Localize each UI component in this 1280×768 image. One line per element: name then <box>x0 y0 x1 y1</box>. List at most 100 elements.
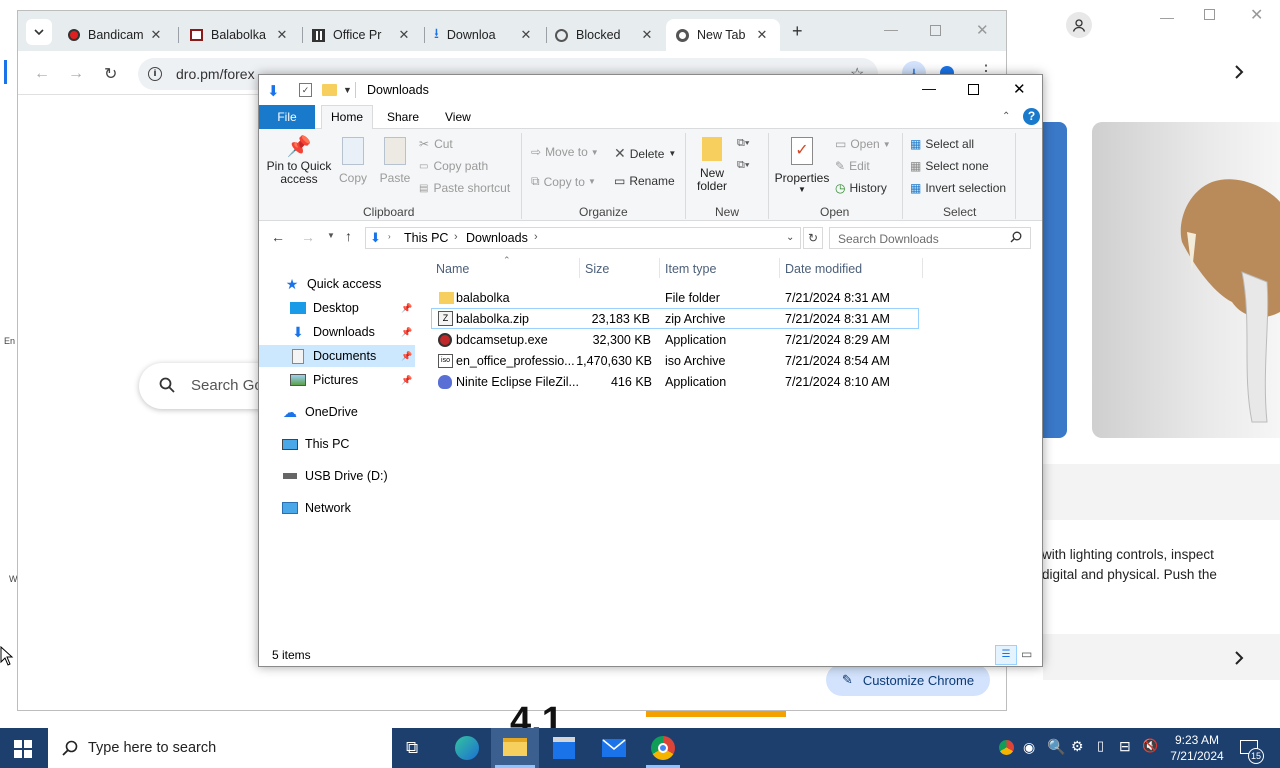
move-to-button[interactable]: ⇨ Move to ▼ <box>531 145 599 159</box>
pin-quick-access-button[interactable]: 📌 Pin to Quick access <box>267 137 332 186</box>
select-none-button[interactable]: ▦ Select none <box>910 159 989 173</box>
tab-bandicam[interactable]: Bandicam ✕ <box>58 19 174 51</box>
chevron-down-icon[interactable]: ⌄ <box>786 232 794 243</box>
properties-button[interactable]: ✓ Properties ▼ <box>775 137 829 194</box>
close-icon[interactable]: ✕ <box>639 27 655 43</box>
tab-downloads[interactable]: ⭳ Downloa ✕ <box>424 19 544 51</box>
nav-network[interactable]: Network <box>281 497 351 519</box>
forward-icon[interactable]: → <box>301 229 315 245</box>
delete-button[interactable]: ✕ Delete ▼ <box>614 145 676 162</box>
nav-downloads[interactable]: ⬇ Downloads 📌 <box>289 321 417 343</box>
microsoft-store-icon[interactable] <box>553 737 575 759</box>
settings-gear-icon[interactable]: ⚙ <box>1071 738 1084 755</box>
chevron-right-icon[interactable] <box>1234 650 1244 666</box>
reload-icon[interactable]: ↻ <box>104 64 117 84</box>
column-size[interactable]: Size <box>585 262 609 276</box>
easy-access-icon[interactable]: ⧉▾ <box>737 159 749 172</box>
up-icon[interactable]: ↑ <box>345 228 352 244</box>
info-icon[interactable]: i <box>148 67 162 81</box>
nav-onedrive[interactable]: ☁ OneDrive <box>281 401 358 423</box>
breadcrumb-this-pc[interactable]: This PC <box>404 231 448 245</box>
system-clock[interactable]: 9:23 AM 7/21/2024 <box>1162 732 1232 764</box>
copy-to-button[interactable]: ⧉ Copy to ▼ <box>531 174 596 189</box>
key-icon[interactable]: 🔍 <box>1047 738 1066 756</box>
history-button[interactable]: ◷ History <box>835 181 887 195</box>
close-icon[interactable]: ✕ <box>1250 5 1263 25</box>
file-row[interactable]: iso en_office_professio... 1,470,630 KB … <box>431 350 919 371</box>
taskbar-search-box[interactable]: Type here to search <box>48 728 392 768</box>
close-icon[interactable]: ✕ <box>396 27 412 43</box>
tab-share[interactable]: Share <box>387 110 419 124</box>
large-icons-view-icon[interactable]: ▭ <box>1021 647 1032 661</box>
ribbon-collapse-icon[interactable]: ⌃ <box>1002 111 1010 122</box>
nav-documents[interactable]: Documents 📌 <box>259 345 415 367</box>
nav-usb-drive[interactable]: USB Drive (D:) <box>281 465 388 487</box>
details-view-icon[interactable]: ☰ <box>995 645 1017 665</box>
edge-icon[interactable] <box>455 736 479 760</box>
nav-desktop[interactable]: Desktop 📌 <box>289 297 417 319</box>
new-folder-button[interactable]: New folder <box>693 137 731 193</box>
minimize-icon[interactable]: — <box>884 21 898 37</box>
close-icon[interactable]: ✕ <box>148 27 164 43</box>
tab-search-button[interactable] <box>26 19 52 45</box>
select-all-button[interactable]: ▦ Select all <box>910 137 974 151</box>
invert-selection-button[interactable]: ▦ Invert selection <box>910 181 1006 195</box>
address-bar[interactable]: ⬇ › This PC › Downloads › ⌄ <box>365 227 801 249</box>
nav-this-pc[interactable]: This PC <box>281 433 349 455</box>
file-row[interactable]: Z balabolka.zip 23,183 KB zip Archive 7/… <box>431 308 919 329</box>
column-type[interactable]: Item type <box>665 262 716 276</box>
folder-qat-icon[interactable] <box>322 84 337 96</box>
breadcrumb-downloads[interactable]: Downloads <box>466 231 528 245</box>
chrome-tray-icon[interactable] <box>999 740 1014 755</box>
edit-button[interactable]: ✎ Edit <box>835 159 870 173</box>
mail-icon[interactable] <box>602 739 626 757</box>
taskbar-explorer-button[interactable] <box>491 728 539 768</box>
new-item-icon[interactable]: ⧉▾ <box>737 137 749 150</box>
close-icon[interactable]: ✕ <box>274 27 290 43</box>
paste-button[interactable]: Paste <box>379 137 411 185</box>
card-footer[interactable] <box>1043 634 1280 680</box>
recent-dropdown-icon[interactable]: ▼ <box>327 231 335 240</box>
windows-start-icon[interactable] <box>14 740 32 758</box>
tab-office[interactable]: Office Pr ✕ <box>302 19 422 51</box>
profile-icon[interactable] <box>1066 12 1092 38</box>
back-icon[interactable]: ← <box>271 229 285 245</box>
properties-qat-icon[interactable]: ✓ <box>299 83 312 97</box>
close-icon[interactable]: ✕ <box>518 27 534 43</box>
qat-dropdown-icon[interactable]: ▼ <box>343 85 352 95</box>
copy-path-button[interactable]: ▭ Copy path <box>419 159 488 173</box>
customize-chrome-button[interactable]: ✎ Customize Chrome <box>826 664 990 696</box>
close-icon[interactable]: ✕ <box>976 21 989 39</box>
restore-icon[interactable] <box>1204 9 1215 20</box>
file-row[interactable]: bdcamsetup.exe 32,300 KB Application 7/2… <box>431 329 919 350</box>
tab-file[interactable]: File <box>259 105 315 129</box>
paste-shortcut-button[interactable]: ▤ Paste shortcut <box>419 181 510 195</box>
help-icon[interactable]: ? <box>1023 108 1040 125</box>
task-view-icon[interactable]: ⧉ <box>406 738 418 758</box>
search-downloads-input[interactable]: Search Downloads <box>829 227 1031 249</box>
nav-pictures[interactable]: Pictures 📌 <box>289 369 417 391</box>
close-icon[interactable]: ✕ <box>1013 80 1026 98</box>
file-row[interactable]: Ninite Eclipse FileZil... 416 KB Applica… <box>431 371 919 392</box>
column-name[interactable]: Name <box>436 262 469 276</box>
file-row[interactable]: balabolka File folder 7/21/2024 8:31 AM <box>431 287 919 308</box>
chevron-right-icon[interactable] <box>1234 64 1244 80</box>
maximize-icon[interactable] <box>930 25 941 36</box>
tab-balabolka[interactable]: Balabolka ✕ <box>180 19 300 51</box>
volume-muted-icon[interactable]: 🔇 <box>1142 738 1158 754</box>
nav-quick-access[interactable]: ★ Quick access <box>283 273 382 295</box>
open-button[interactable]: ▭ Open ▼ <box>835 137 891 151</box>
chrome-icon[interactable] <box>651 736 675 760</box>
tab-home[interactable]: Home <box>321 105 373 130</box>
tab-new-tab[interactable]: New Tab ✕ <box>666 19 780 51</box>
refresh-icon[interactable]: ↻ <box>803 227 823 249</box>
usb-tray-icon[interactable]: ▯ <box>1097 738 1104 754</box>
maximize-icon[interactable] <box>968 84 979 95</box>
forward-icon[interactable]: → <box>68 65 84 83</box>
minimize-icon[interactable]: — <box>1160 9 1174 25</box>
minimize-icon[interactable]: — <box>922 80 936 96</box>
back-icon[interactable]: ← <box>34 65 50 83</box>
rename-button[interactable]: ▭ Rename <box>614 174 675 188</box>
tab-blocked[interactable]: Blocked ✕ <box>545 19 665 51</box>
discord-icon[interactable]: ◉ <box>1023 739 1035 756</box>
